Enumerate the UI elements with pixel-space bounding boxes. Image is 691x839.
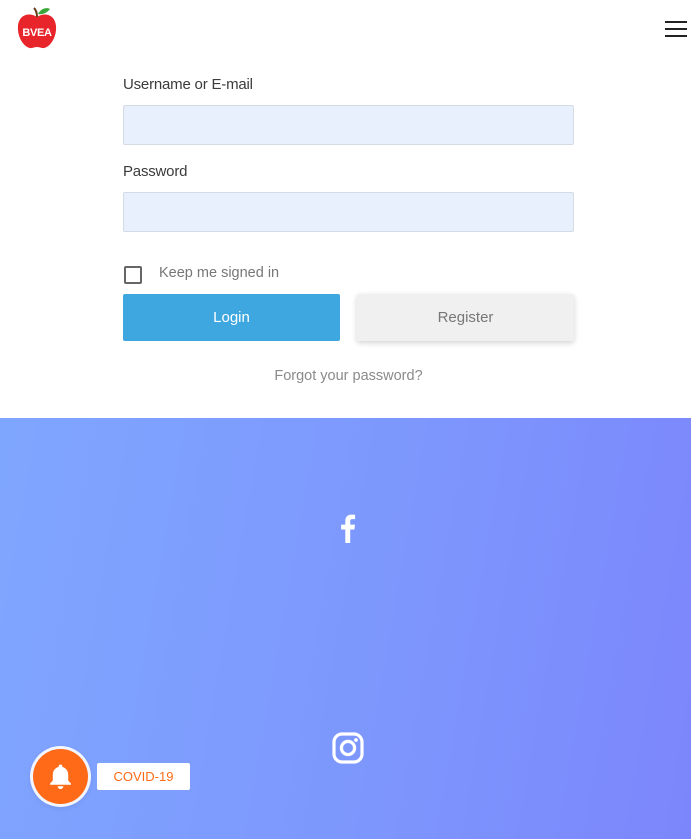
logo-text: BVEA [22, 27, 52, 39]
register-button[interactable]: Register [357, 294, 574, 341]
password-input[interactable] [123, 192, 574, 232]
instagram-icon[interactable] [330, 730, 366, 766]
page: BVEA Username or E-mail Password Keep me… [0, 0, 691, 839]
hamburger-icon-line [665, 35, 687, 37]
password-label: Password [123, 163, 188, 180]
remember-me: Keep me signed in [123, 262, 383, 286]
username-input[interactable] [123, 105, 574, 145]
bvea-logo[interactable]: BVEA [16, 6, 58, 50]
covid-19-badge[interactable]: COVID-19 [97, 763, 190, 790]
forgot-password-link[interactable]: Forgot your password? [123, 368, 574, 384]
site-header: BVEA [0, 0, 691, 60]
hamburger-icon-line [665, 28, 687, 30]
username-label: Username or E-mail [123, 76, 253, 93]
menu-button[interactable] [662, 18, 690, 40]
hamburger-icon [665, 21, 687, 23]
remember-checkbox[interactable] [124, 266, 142, 284]
login-button[interactable]: Login [123, 294, 340, 341]
facebook-icon[interactable] [330, 510, 366, 546]
remember-label: Keep me signed in [159, 265, 280, 281]
bell-icon [50, 764, 71, 789]
notification-bell-button[interactable] [33, 749, 88, 804]
